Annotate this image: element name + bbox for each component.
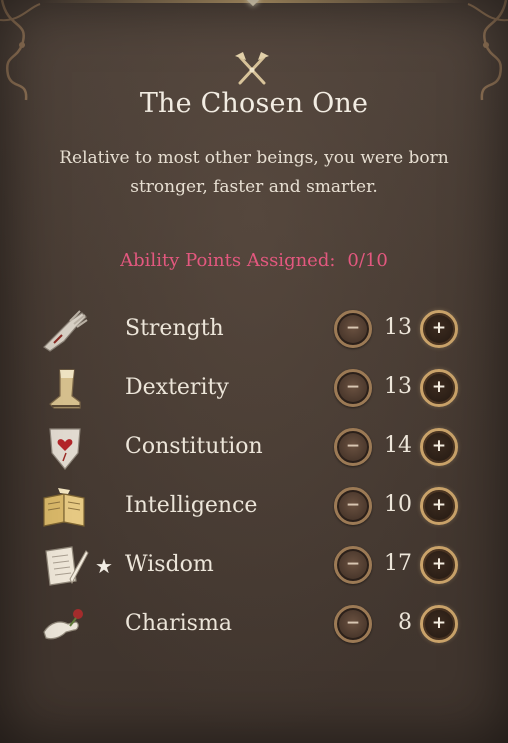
decrease-intelligence-button[interactable]: − [334, 487, 372, 525]
increase-constitution-button[interactable]: + [420, 428, 458, 466]
decrease-wisdom-button[interactable]: − [334, 546, 372, 584]
ability-name: Intelligence [125, 493, 258, 518]
star-icon: ★ [95, 554, 113, 578]
ability-row-strength: Strength − 13 + [0, 306, 508, 356]
increase-strength-button[interactable]: + [420, 310, 458, 348]
minus-icon: − [345, 495, 361, 515]
ability-name: Wisdom [125, 552, 214, 577]
minus-icon: − [345, 613, 361, 633]
ability-value: 13 [384, 374, 412, 399]
ability-name: Strength [125, 316, 224, 341]
minus-icon: − [345, 318, 361, 338]
ability-panel: The Chosen One Relative to most other be… [0, 0, 508, 743]
decrease-strength-button[interactable]: − [334, 310, 372, 348]
minus-icon: − [345, 554, 361, 574]
ability-points-status: Ability Points Assigned: 0/10 [0, 250, 508, 271]
ability-name: Dexterity [125, 375, 229, 400]
boot-icon [49, 369, 81, 409]
minus-icon: − [345, 377, 361, 397]
ability-row-wisdom: ★ Wisdom − 17 + [0, 542, 508, 592]
decrease-charisma-button[interactable]: − [334, 605, 372, 643]
plus-icon: + [431, 318, 447, 338]
hand-rose-icon [43, 609, 83, 640]
ability-points-label: Ability Points Assigned: [120, 250, 336, 271]
shield-heart-icon [49, 428, 81, 470]
ability-name: Constitution [125, 434, 263, 459]
open-book-icon [43, 488, 85, 527]
increase-dexterity-button[interactable]: + [420, 369, 458, 407]
decrease-dexterity-button[interactable]: − [334, 369, 372, 407]
crossed-axes-icon [235, 52, 269, 85]
ability-row-charisma: Charisma − 8 + [0, 601, 508, 651]
gauntlet-icon [43, 310, 88, 352]
plus-icon: + [431, 554, 447, 574]
ability-name: Charisma [125, 611, 232, 636]
ability-row-intelligence: Intelligence − 10 + [0, 483, 508, 533]
page-title: The Chosen One [139, 88, 369, 119]
top-gem-ornament [245, 0, 261, 7]
decrease-constitution-button[interactable]: − [334, 428, 372, 466]
ability-value: 17 [384, 551, 412, 576]
ability-value: 8 [398, 610, 412, 635]
ability-value: 13 [384, 315, 412, 340]
ability-row-dexterity: Dexterity − 13 + [0, 365, 508, 415]
plus-icon: + [431, 377, 447, 397]
plus-icon: + [431, 613, 447, 633]
class-description: Relative to most other beings, you were … [59, 148, 449, 197]
ability-value: 14 [384, 433, 412, 458]
ability-row-constitution: Constitution − 14 + [0, 424, 508, 474]
scroll-quill-icon [45, 546, 89, 586]
increase-intelligence-button[interactable]: + [420, 487, 458, 525]
minus-icon: − [345, 436, 361, 456]
ability-points-value: 0/10 [347, 250, 388, 271]
ability-value: 10 [384, 492, 412, 517]
plus-icon: + [431, 436, 447, 456]
plus-icon: + [431, 495, 447, 515]
increase-wisdom-button[interactable]: + [420, 546, 458, 584]
increase-charisma-button[interactable]: + [420, 605, 458, 643]
